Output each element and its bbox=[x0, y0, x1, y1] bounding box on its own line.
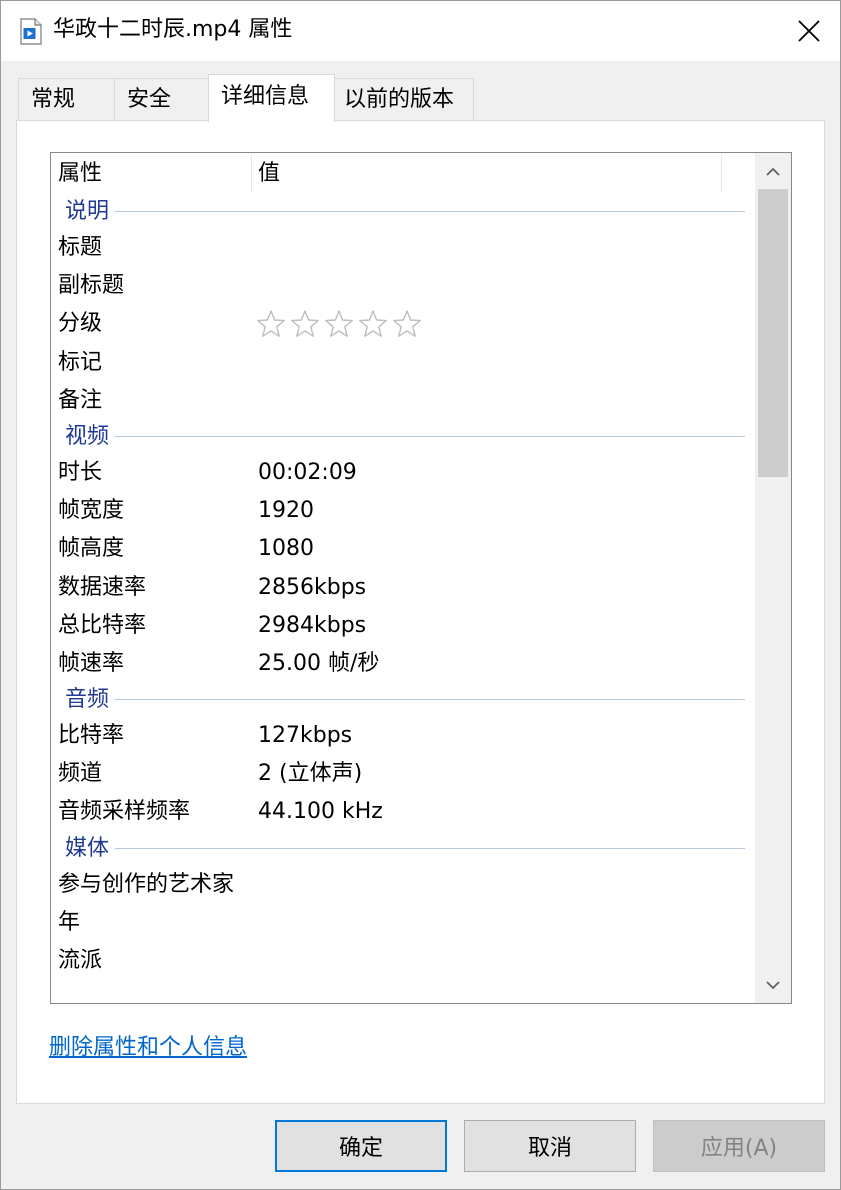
property-name: 帧速率 bbox=[58, 650, 125, 676]
star-icon[interactable] bbox=[324, 309, 354, 339]
property-value: 44.100 kHz bbox=[258, 799, 383, 825]
star-icon[interactable] bbox=[358, 309, 388, 339]
group-audio[interactable]: 音频 bbox=[51, 683, 755, 718]
property-value: 00:02:09 bbox=[258, 459, 357, 485]
property-name: 音频采样频率 bbox=[58, 799, 191, 825]
table-row[interactable]: 标记 bbox=[51, 344, 755, 382]
group-label: 说明 bbox=[65, 195, 116, 229]
table-row[interactable]: 帧宽度 1920 bbox=[51, 492, 755, 530]
property-name: 分级 bbox=[58, 311, 103, 337]
tab-details[interactable]: 详细信息 bbox=[208, 74, 335, 122]
property-value: 1920 bbox=[258, 498, 314, 524]
property-name: 比特率 bbox=[58, 723, 125, 749]
remove-properties-link[interactable]: 删除属性和个人信息 bbox=[49, 1032, 247, 1064]
table-row[interactable]: 音频采样频率 44.100 kHz bbox=[51, 793, 755, 831]
details-list[interactable]: 属性 值 说明 标题 副标题 分级 标记 备注 视频 时长 00:02:09 帧… bbox=[50, 152, 792, 1004]
close-button[interactable] bbox=[778, 1, 840, 61]
column-header-value[interactable]: 值 bbox=[251, 153, 721, 195]
table-row[interactable]: 比特率 127kbps bbox=[51, 717, 755, 755]
table-row[interactable]: 帧高度 1080 bbox=[51, 530, 755, 568]
table-row[interactable]: 时长 00:02:09 bbox=[51, 454, 755, 492]
group-media[interactable]: 媒体 bbox=[51, 831, 755, 866]
property-name: 标记 bbox=[58, 349, 103, 375]
close-icon bbox=[798, 20, 820, 42]
scroll-thumb[interactable] bbox=[758, 189, 788, 477]
property-name: 频道 bbox=[58, 761, 103, 787]
property-value: 2984kbps bbox=[258, 612, 367, 638]
property-name: 时长 bbox=[58, 459, 103, 485]
star-icon[interactable] bbox=[256, 309, 286, 339]
tab-general[interactable]: 常规 bbox=[18, 78, 115, 121]
window-title: 华政十二时辰.mp4 属性 bbox=[53, 17, 293, 42]
property-name: 标题 bbox=[58, 235, 103, 260]
scroll-up-button[interactable] bbox=[755, 153, 791, 189]
table-row[interactable]: 分级 bbox=[51, 305, 755, 343]
star-icon[interactable] bbox=[290, 309, 320, 339]
table-row[interactable]: 数据速率 2856kbps bbox=[51, 569, 755, 607]
video-file-icon bbox=[20, 18, 42, 45]
star-icon[interactable] bbox=[392, 309, 422, 339]
property-rows: 说明 标题 副标题 分级 标记 备注 视频 时长 00:02:09 帧宽度 19… bbox=[51, 195, 755, 980]
vertical-scrollbar[interactable] bbox=[755, 153, 791, 1003]
table-row[interactable]: 副标题 bbox=[51, 267, 755, 305]
property-value: 2 (立体声) bbox=[258, 761, 363, 787]
group-label: 视频 bbox=[65, 419, 116, 454]
group-label: 媒体 bbox=[65, 831, 116, 866]
property-name: 参与创作的艺术家 bbox=[58, 871, 235, 897]
property-value: 2856kbps bbox=[258, 574, 367, 600]
property-name: 数据速率 bbox=[58, 574, 147, 600]
tab-security-label: 安全 bbox=[127, 87, 172, 112]
group-video[interactable]: 视频 bbox=[51, 419, 755, 454]
column-separator[interactable] bbox=[721, 155, 722, 193]
chevron-up-icon bbox=[766, 167, 780, 176]
title-bar[interactable]: 华政十二时辰.mp4 属性 bbox=[1, 1, 840, 61]
rating-stars[interactable] bbox=[256, 309, 422, 339]
tab-general-label: 常规 bbox=[31, 87, 76, 112]
property-name: 副标题 bbox=[58, 273, 125, 299]
property-value: 1080 bbox=[258, 536, 314, 562]
tab-details-label: 详细信息 bbox=[221, 84, 310, 109]
table-row[interactable]: 标题 bbox=[51, 229, 755, 267]
property-name: 流派 bbox=[58, 948, 103, 973]
properties-dialog: 华政十二时辰.mp4 属性 常规 安全 详细信息 以前的版本 属性 值 说明 标… bbox=[0, 0, 841, 1190]
column-header-property[interactable]: 属性 bbox=[51, 153, 251, 195]
scroll-down-button[interactable] bbox=[755, 967, 791, 1003]
table-row[interactable]: 年 bbox=[51, 904, 755, 942]
cancel-button[interactable]: 取消 bbox=[464, 1120, 636, 1172]
tab-previous-versions-label: 以前的版本 bbox=[344, 87, 455, 112]
property-name: 总比特率 bbox=[58, 612, 147, 638]
property-value: 127kbps bbox=[258, 723, 353, 749]
chevron-down-icon bbox=[766, 980, 780, 989]
group-divider bbox=[65, 847, 745, 849]
table-row[interactable]: 总比特率 2984kbps bbox=[51, 607, 755, 645]
group-divider bbox=[65, 435, 745, 437]
property-value: 25.00 帧/秒 bbox=[258, 650, 380, 676]
table-row[interactable]: 频道 2 (立体声) bbox=[51, 755, 755, 793]
table-row[interactable]: 备注 bbox=[51, 382, 755, 420]
table-row[interactable]: 帧速率 25.00 帧/秒 bbox=[51, 645, 755, 683]
table-row[interactable]: 流派 bbox=[51, 942, 755, 980]
property-name: 帧宽度 bbox=[58, 498, 125, 524]
details-panel: 属性 值 说明 标题 副标题 分级 标记 备注 视频 时长 00:02:09 帧… bbox=[16, 120, 825, 1104]
group-label: 音频 bbox=[65, 683, 116, 718]
table-row[interactable]: 参与创作的艺术家 bbox=[51, 866, 755, 904]
group-description[interactable]: 说明 bbox=[51, 195, 755, 229]
column-header: 属性 值 bbox=[51, 153, 755, 195]
tab-security[interactable]: 安全 bbox=[114, 78, 209, 121]
property-name: 帧高度 bbox=[58, 536, 125, 562]
group-divider bbox=[65, 699, 745, 701]
property-name: 年 bbox=[58, 909, 81, 935]
tab-previous-versions[interactable]: 以前的版本 bbox=[334, 78, 474, 121]
property-name: 备注 bbox=[58, 387, 103, 413]
apply-button[interactable]: 应用(A) bbox=[653, 1120, 825, 1172]
group-divider bbox=[65, 211, 745, 212]
ok-button[interactable]: 确定 bbox=[275, 1120, 447, 1172]
